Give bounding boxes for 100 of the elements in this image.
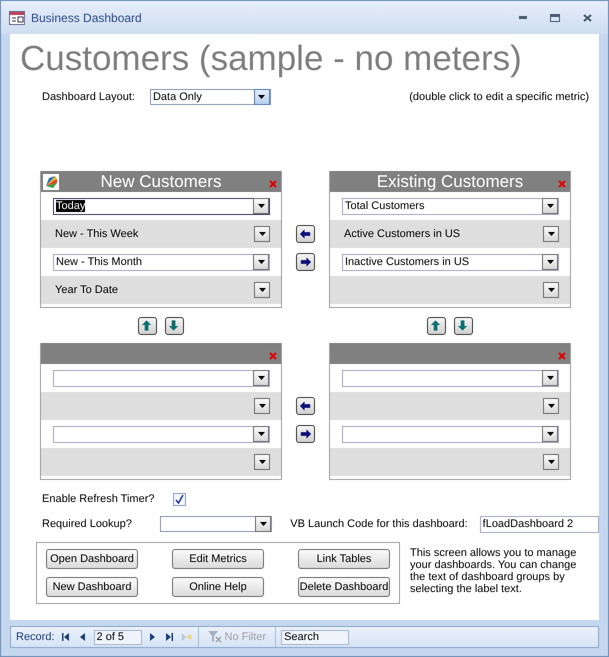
form-icon <box>9 10 25 24</box>
arrow-left-icon <box>299 400 312 412</box>
last-icon <box>166 633 174 641</box>
command-button[interactable]: Edit Metrics <box>172 549 264 569</box>
refresh-checkbox[interactable] <box>172 492 186 506</box>
caret-icon <box>546 204 554 208</box>
caret-icon <box>260 522 267 526</box>
previous-icon <box>80 633 86 641</box>
check-icon <box>174 494 184 504</box>
dropdown-button[interactable] <box>253 370 269 386</box>
page-heading: Customers (sample - no meters) <box>20 38 523 80</box>
metric-combo[interactable] <box>342 370 559 386</box>
field-label: VB Launch Code for this dashboard: <box>290 518 468 530</box>
dropdown-button[interactable] <box>253 198 269 214</box>
maximize-icon <box>550 14 560 22</box>
command-button[interactable]: Online Help <box>172 577 264 597</box>
metric-combo[interactable] <box>53 426 270 442</box>
arrow-right-icon <box>299 256 312 268</box>
dropdown-button[interactable] <box>255 516 272 532</box>
metric-name: Year To Date <box>54 284 119 296</box>
caret-icon <box>548 232 554 236</box>
arrow-down-icon <box>168 319 181 332</box>
new-record-icon <box>182 633 192 641</box>
arrow-up-icon <box>430 319 443 332</box>
funnel-icon <box>208 631 222 643</box>
move-up-button[interactable] <box>138 316 157 334</box>
move-right-button[interactable] <box>296 425 315 443</box>
dropdown-button[interactable] <box>542 254 558 270</box>
command-button[interactable]: Link Tables <box>298 549 390 569</box>
command-button[interactable]: Delete Dashboard <box>298 577 390 597</box>
dropdown-button[interactable] <box>543 226 559 242</box>
dropdown-button[interactable] <box>254 454 270 470</box>
metric-name: Active Customers in US <box>343 228 462 240</box>
arrow-down-icon <box>457 319 470 332</box>
dropdown-button[interactable] <box>543 282 559 298</box>
arrow-right-icon <box>299 428 312 440</box>
dropdown-button[interactable] <box>254 398 270 414</box>
move-left-button[interactable] <box>296 225 315 243</box>
dropdown-button[interactable] <box>542 370 558 386</box>
caret-icon <box>546 432 554 436</box>
caret-icon <box>546 260 554 264</box>
next-icon <box>150 633 156 641</box>
move-left-button[interactable] <box>296 397 315 415</box>
arrow-up-icon <box>141 319 154 332</box>
command-button[interactable]: Open Dashboard <box>46 549 138 569</box>
arrow-left-icon <box>299 228 312 240</box>
last-record-button[interactable] <box>164 630 176 644</box>
caret-icon <box>258 404 266 408</box>
help-text: This screen allows you to manage your dashboards. You can change the text of dashboard groups by selecting the label text. <box>410 547 578 597</box>
dropdown-button[interactable] <box>253 254 269 270</box>
metric-combo[interactable]: New - This Month <box>53 254 270 270</box>
metric-combo[interactable]: Total Customers <box>342 198 559 214</box>
caret-icon <box>258 288 266 292</box>
lookup-combo[interactable] <box>160 516 272 532</box>
record-position-field[interactable]: 2 of 5 <box>94 630 142 644</box>
caret-icon <box>546 376 554 380</box>
field-label: Enable Refresh Timer? <box>42 493 154 505</box>
caret-icon <box>258 95 266 99</box>
dropdown-button[interactable] <box>253 426 269 442</box>
move-up-button[interactable] <box>427 316 446 334</box>
pie-logo-icon <box>43 174 59 190</box>
caret-icon <box>548 460 554 464</box>
dropdown-button[interactable] <box>542 198 558 214</box>
record-label: Record: <box>16 631 55 643</box>
field-label: Required Lookup? <box>42 518 132 530</box>
dropdown-button[interactable] <box>543 398 559 414</box>
search-field[interactable]: Search <box>281 630 350 644</box>
move-right-button[interactable] <box>296 253 315 271</box>
dropdown-button[interactable] <box>543 454 559 470</box>
dropdown-button[interactable] <box>254 282 270 298</box>
first-icon <box>62 633 70 641</box>
panel-title: Existing Customers <box>376 172 524 192</box>
window-title: Business Dashboard <box>31 10 143 24</box>
caret-icon <box>258 460 266 464</box>
dropdown-button[interactable] <box>542 426 558 442</box>
metric-combo[interactable] <box>53 370 270 386</box>
dropdown-button[interactable] <box>254 226 270 242</box>
move-down-button[interactable] <box>454 316 473 334</box>
caret-icon <box>548 404 554 408</box>
caret-icon <box>258 376 264 380</box>
layout-combo[interactable]: Data Only <box>150 89 271 105</box>
caret-icon <box>548 288 554 292</box>
metric-name: New - This Week <box>54 228 140 240</box>
panel-title: New Customers <box>100 172 222 192</box>
field-label: Dashboard Layout: <box>42 91 135 103</box>
metric-combo[interactable] <box>342 426 559 442</box>
caret-icon <box>258 204 264 208</box>
first-record-button[interactable] <box>60 630 72 644</box>
metric-combo[interactable]: Inactive Customers in US <box>342 254 559 270</box>
caret-icon <box>258 260 264 264</box>
close-icon <box>582 14 592 22</box>
minimize-icon <box>519 16 527 19</box>
dropdown-button[interactable] <box>254 89 270 105</box>
caret-icon <box>258 232 266 236</box>
vb-code-field[interactable]: fLoadDashboard 2 <box>480 516 599 532</box>
command-button[interactable]: New Dashboard <box>46 577 138 597</box>
move-down-button[interactable] <box>165 316 184 334</box>
hint-text: (double click to edit a specific metric) <box>409 91 589 103</box>
metric-combo[interactable]: Today <box>53 198 270 214</box>
caret-icon <box>258 432 264 436</box>
